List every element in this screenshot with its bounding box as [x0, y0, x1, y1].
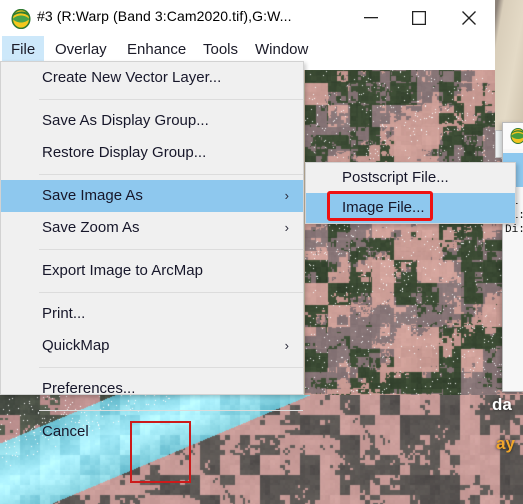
menubar-item-tools[interactable]: Tools — [194, 36, 247, 64]
map-label-orange: ay — [496, 434, 515, 453]
menubar-item-overlay[interactable]: Overlay — [46, 36, 116, 64]
menubar-item-enhance[interactable]: Enhance — [118, 36, 195, 64]
menu-item-label: Preferences... — [42, 380, 136, 397]
menubar-item-file[interactable]: File — [2, 36, 45, 64]
menu-separator — [39, 292, 303, 293]
menu-item-export-image-to-arcmap[interactable]: Export Image to ArcMap — [1, 255, 303, 287]
menu-item-label: Save Image As — [42, 187, 143, 204]
chevron-right-icon: › — [284, 338, 289, 353]
menu-item-quickmap[interactable]: QuickMap › — [1, 330, 303, 362]
menu-item-create-new-vector-layer[interactable]: Create New Vector Layer... — [1, 62, 303, 94]
display-window: #3 (R:Warp (Band 3:Cam2020.tif),G:W... F… — [0, 0, 495, 70]
submenu-item-label: Postscript File... — [342, 169, 449, 186]
menubar-item-window[interactable]: Window — [246, 36, 317, 64]
chevron-right-icon: › — [284, 220, 289, 235]
menu-separator — [39, 367, 303, 368]
envi-globe-icon — [510, 128, 523, 144]
chevron-right-icon: › — [284, 188, 289, 203]
submenu-item-postscript-file[interactable]: Postscript File... — [306, 163, 515, 193]
menu-separator — [39, 174, 303, 175]
menu-separator — [39, 99, 303, 100]
envi-globe-icon — [11, 9, 31, 29]
menu-item-label: Save Zoom As — [42, 219, 140, 236]
menu-item-label: Export Image to ArcMap — [42, 262, 203, 279]
menu-item-label: Cancel — [42, 423, 89, 440]
save-image-as-submenu: Postscript File... Image File... — [305, 162, 516, 224]
map-label-white: da — [492, 395, 512, 414]
menu-item-save-as-display-group[interactable]: Save As Display Group... — [1, 105, 303, 137]
menu-item-preferences[interactable]: Preferences... — [1, 373, 303, 405]
menu-item-restore-display-group[interactable]: Restore Display Group... — [1, 137, 303, 169]
menu-item-label: Create New Vector Layer... — [42, 69, 222, 86]
menu-item-label: Save As Display Group... — [42, 112, 209, 129]
desktop-background — [495, 0, 523, 130]
submenu-item-label: Image File... — [342, 199, 425, 216]
menu-item-label: Print... — [42, 305, 86, 322]
menu-item-save-zoom-as[interactable]: Save Zoom As › — [1, 212, 303, 244]
menu-separator — [39, 249, 303, 250]
menu-item-cancel[interactable]: Cancel — [1, 416, 303, 448]
close-button[interactable] — [446, 0, 492, 36]
menu-item-label: QuickMap — [42, 337, 110, 354]
titlebar[interactable]: #3 (R:Warp (Band 3:Cam2020.tif),G:W... — [0, 0, 495, 36]
maximize-button[interactable] — [396, 0, 442, 36]
application-window: LL Di: Di: da ay #3 (R:Warp (Band 3:Cam2… — [0, 0, 523, 504]
bottom-image-display[interactable] — [0, 395, 523, 504]
submenu-item-image-file[interactable]: Image File... — [306, 193, 515, 223]
menu-separator — [39, 410, 303, 411]
menu-item-label: Restore Display Group... — [42, 144, 207, 161]
menu-item-save-image-as[interactable]: Save Image As › — [1, 180, 303, 212]
file-dropdown-menu: Create New Vector Layer... Save As Displ… — [0, 61, 304, 440]
menu-item-print[interactable]: Print... — [1, 298, 303, 330]
window-title: #3 (R:Warp (Band 3:Cam2020.tif),G:W... — [37, 8, 292, 24]
minimize-button[interactable] — [348, 0, 394, 36]
